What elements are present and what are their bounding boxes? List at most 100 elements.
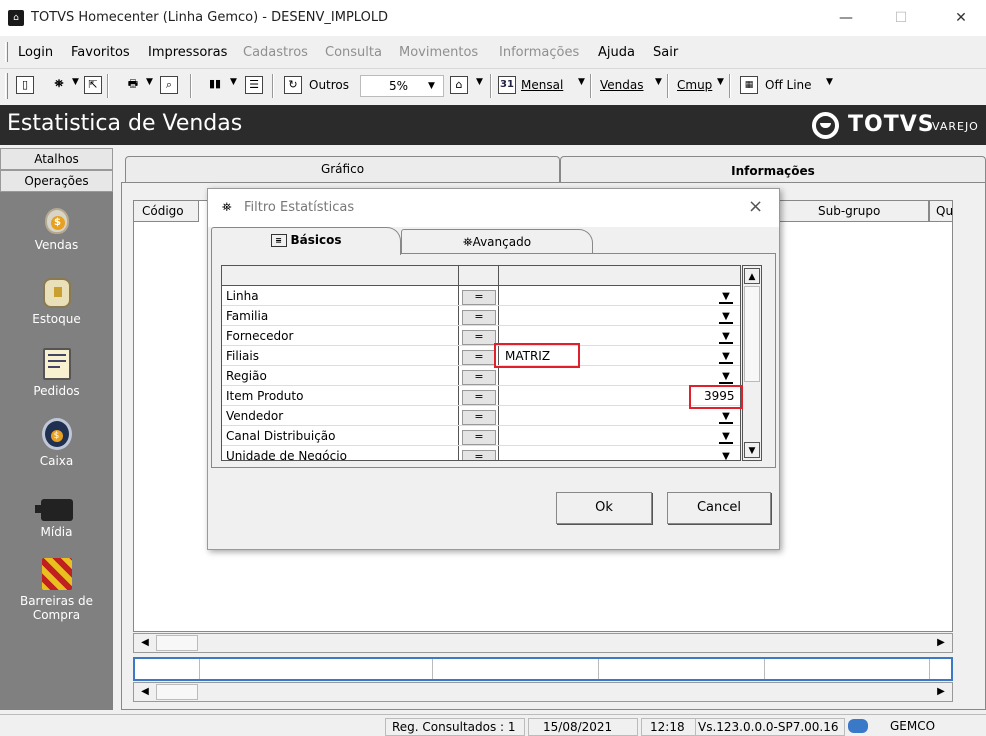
operator-button[interactable]: = — [462, 390, 496, 405]
operator-button[interactable]: = — [462, 330, 496, 345]
sidebar-item-midia[interactable]: Mídia — [0, 493, 113, 539]
sidebar-tab-operacoes[interactable]: Operações — [0, 170, 113, 192]
chevron-down-icon[interactable]: ▼ — [72, 77, 79, 87]
column-header-subgrupo[interactable]: Sub-grupo — [779, 200, 929, 222]
vendas-button[interactable]: Vendas — [600, 75, 644, 97]
filter-row-familia[interactable]: Familia = ▼ — [222, 306, 740, 326]
scroll-right-icon[interactable]: ▶ — [932, 635, 950, 651]
operator-button[interactable]: = — [462, 310, 496, 325]
bar-chart-icon[interactable]: ▮▮ — [206, 76, 224, 94]
horizontal-scrollbar-2[interactable]: ◀ ▶ — [133, 682, 953, 702]
chevron-down-icon[interactable]: ▼ — [719, 291, 733, 304]
close-icon[interactable]: × — [748, 196, 763, 217]
sidebar-item-caixa[interactable]: $ Caixa — [0, 418, 113, 468]
scroll-thumb[interactable] — [156, 684, 198, 700]
percent-value: 5% — [389, 79, 409, 93]
filter-row-linha[interactable]: Linha = ▼ — [222, 286, 740, 306]
chevron-down-icon[interactable]: ▼ — [230, 77, 237, 87]
chevron-down-icon[interactable]: ▼ — [719, 411, 733, 424]
menu-login[interactable]: Login — [18, 45, 53, 60]
scroll-thumb[interactable] — [744, 286, 760, 382]
filter-row-item-produto[interactable]: Item Produto = 3995 — [222, 386, 740, 406]
chevron-down-icon[interactable]: ▼ — [826, 77, 833, 87]
ok-button[interactable]: Ok — [556, 492, 652, 524]
menu-cadastros[interactable]: Cadastros — [243, 45, 308, 60]
scroll-left-icon[interactable]: ◀ — [136, 684, 154, 700]
sidebar-item-vendas[interactable]: $ Vendas — [0, 208, 113, 252]
chevron-down-icon[interactable]: ▼ — [428, 76, 435, 96]
menu-ajuda[interactable]: Ajuda — [598, 45, 635, 60]
sidebar-item-pedidos[interactable]: Pedidos — [0, 348, 113, 398]
sidebar-tab-atalhos[interactable]: Atalhos — [0, 148, 113, 170]
printer-icon[interactable]: 🖶 — [124, 76, 142, 94]
print-preview-icon[interactable]: ⌕ — [160, 76, 178, 94]
tab-grafico[interactable]: Gráfico — [125, 156, 560, 182]
filter-grid-scrollbar[interactable]: ▲ ▼ — [742, 265, 762, 461]
tab-avancado[interactable]: ⛯Avançado — [401, 229, 593, 255]
filter-row-canal[interactable]: Canal Distribuição = ▼ — [222, 426, 740, 446]
scroll-thumb[interactable] — [156, 635, 198, 651]
chevron-down-icon[interactable]: ▼ — [719, 371, 733, 384]
scroll-left-icon[interactable]: ◀ — [136, 635, 154, 651]
menu-informacoes[interactable]: Informações — [499, 45, 579, 60]
outros-button[interactable]: Outros — [309, 75, 349, 97]
toolbar-grip[interactable] — [5, 73, 8, 99]
operator-button[interactable]: = — [462, 450, 496, 460]
tab-informacoes[interactable]: Informações — [560, 156, 986, 184]
horizontal-scrollbar[interactable]: ◀ ▶ — [133, 633, 953, 653]
table-icon[interactable]: ▦ — [740, 76, 758, 94]
filter-row-vendedor[interactable]: Vendedor = ▼ — [222, 406, 740, 426]
offline-button[interactable]: Off Line — [765, 75, 812, 97]
menu-impressoras[interactable]: Impressoras — [148, 45, 227, 60]
menu-movimentos[interactable]: Movimentos — [399, 45, 478, 60]
calendar-day: 31 — [500, 79, 514, 90]
menu-consulta[interactable]: Consulta — [325, 45, 382, 60]
minimize-icon[interactable]: — — [833, 6, 859, 30]
chevron-down-icon[interactable]: ▼ — [717, 77, 724, 87]
column-header-codigo[interactable]: Código — [133, 200, 199, 222]
cmup-button[interactable]: Cmup — [677, 75, 712, 97]
operator-button[interactable]: = — [462, 350, 496, 365]
house-chart-icon[interactable]: ⌂ — [450, 76, 468, 94]
scroll-right-icon[interactable]: ▶ — [932, 684, 950, 700]
filter-row-filiais[interactable]: Filiais = MATRIZ ▼ — [222, 346, 740, 366]
sidebar-item-barreiras[interactable]: Barreiras de Compra — [0, 558, 113, 622]
close-icon[interactable]: ✕ — [948, 6, 974, 30]
filter-row-unidade[interactable]: Unidade de Negócio = ▼ — [222, 446, 740, 460]
chevron-down-icon[interactable]: ▼ — [476, 77, 483, 87]
operator-button[interactable]: = — [462, 290, 496, 305]
export-icon[interactable]: ⇱ — [84, 76, 102, 94]
maximize-icon[interactable]: ☐ — [888, 6, 914, 30]
refresh-icon[interactable]: ↻ — [284, 76, 302, 94]
calendar-icon[interactable]: 31 — [498, 76, 516, 94]
totals-row[interactable] — [133, 657, 953, 681]
chevron-down-icon[interactable]: ▼ — [719, 431, 733, 444]
chevron-down-icon[interactable]: ▼ — [719, 331, 733, 344]
percent-combo[interactable]: 5% ▼ — [360, 75, 444, 97]
menu-grip[interactable] — [5, 42, 8, 62]
operator-button[interactable]: = — [462, 370, 496, 385]
tab-basicos[interactable]: ≡ Básicos — [211, 227, 401, 255]
new-document-icon[interactable]: ▯ — [16, 76, 34, 94]
scroll-up-icon[interactable]: ▲ — [744, 268, 760, 284]
list-icon[interactable]: ☰ — [245, 76, 263, 94]
menu-favoritos[interactable]: Favoritos — [71, 45, 130, 60]
filter-grid[interactable]: Linha = ▼ Familia = ▼ Fornecedor = ▼ Filiais = M… — [221, 265, 741, 461]
cancel-button[interactable]: Cancel — [667, 492, 771, 524]
chevron-down-icon[interactable]: ▼ — [578, 77, 585, 87]
chevron-down-icon[interactable]: ▼ — [719, 311, 733, 324]
operator-button[interactable]: = — [462, 430, 496, 445]
operator-button[interactable]: = — [462, 410, 496, 425]
chevron-down-icon[interactable]: ▼ — [719, 451, 733, 460]
menu-sair[interactable]: Sair — [653, 45, 678, 60]
binoculars-icon[interactable]: ⛯ — [50, 76, 68, 94]
filter-row-regiao[interactable]: Região = ▼ — [222, 366, 740, 386]
column-header-quantidade[interactable]: Qu — [929, 200, 953, 222]
filter-row-fornecedor[interactable]: Fornecedor = ▼ — [222, 326, 740, 346]
chevron-down-icon[interactable]: ▼ — [655, 77, 662, 87]
mensal-button[interactable]: Mensal — [521, 75, 563, 97]
chevron-down-icon[interactable]: ▼ — [719, 351, 733, 364]
scroll-down-icon[interactable]: ▼ — [744, 442, 760, 458]
chevron-down-icon[interactable]: ▼ — [146, 77, 153, 87]
sidebar-item-estoque[interactable]: Estoque — [0, 278, 113, 326]
